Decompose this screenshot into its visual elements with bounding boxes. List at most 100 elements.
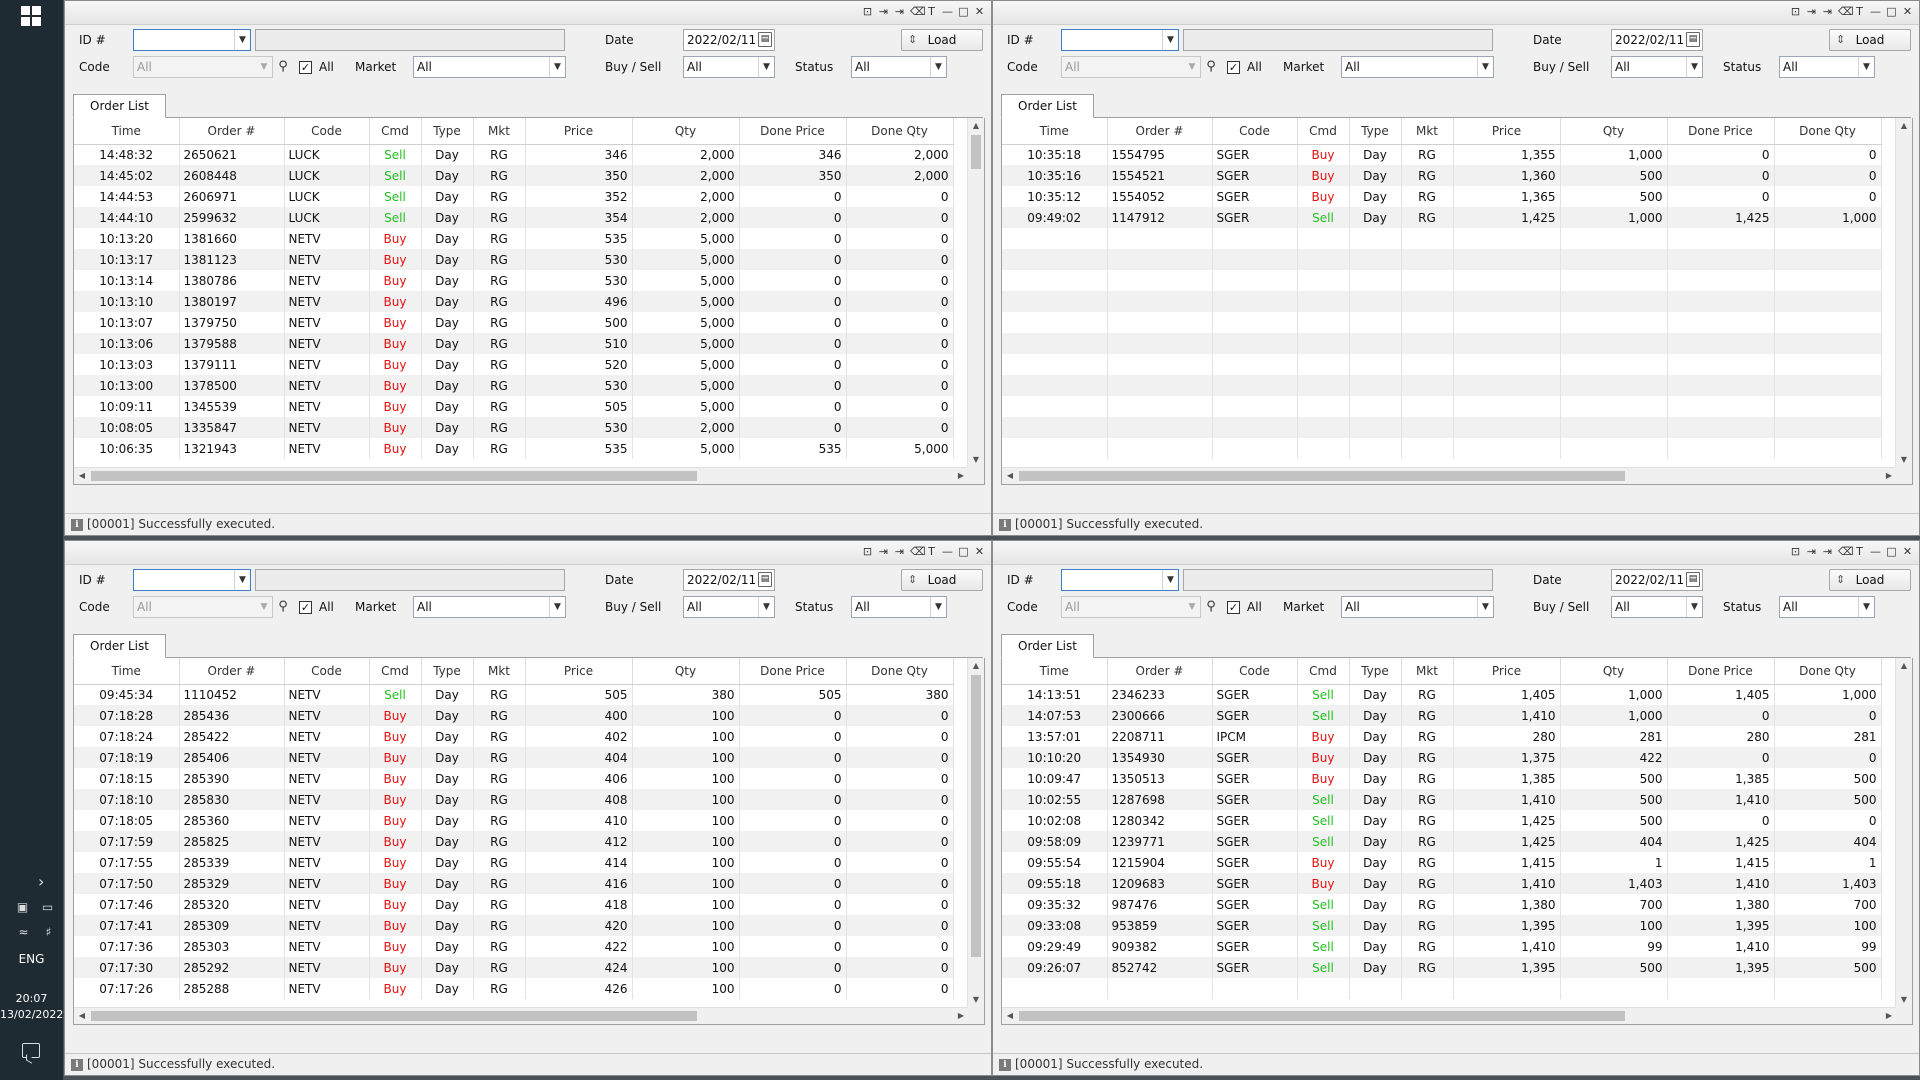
load-button[interactable]: ⇕ Load bbox=[901, 29, 983, 51]
trash-icon[interactable]: ⌫ bbox=[1838, 5, 1854, 19]
column-header-done-qty[interactable]: Done Qty bbox=[846, 118, 954, 145]
horizontal-scrollbar[interactable]: ◀ ▶ bbox=[74, 467, 969, 484]
table-row[interactable]: 14:13:51 2346233 SGER Sell Day RG 1,405 1,000 1,… bbox=[1002, 684, 1882, 705]
market-select[interactable]: All ▼ bbox=[1341, 56, 1494, 78]
table-row[interactable]: 14:48:32 2650621 LUCK Sell Day RG 346 2,000 346 2… bbox=[74, 144, 954, 165]
id-combo[interactable]: ▼ bbox=[133, 569, 251, 591]
column-header-code[interactable]: Code bbox=[284, 118, 370, 145]
table-row[interactable]: 10:35:18 1554795 SGER Buy Day RG 1,355 1,000 0 0 bbox=[1002, 144, 1882, 165]
table-row[interactable]: 07:18:28 285436 NETV Buy Day RG 400 100 0 0 bbox=[74, 705, 954, 726]
calendar-icon[interactable]: ▤ bbox=[1686, 32, 1700, 47]
status-select[interactable]: All ▼ bbox=[851, 56, 947, 78]
speaker-mute-icon[interactable]: ♯ bbox=[46, 925, 52, 939]
column-header-cmd[interactable]: Cmd bbox=[369, 118, 422, 145]
column-header-type[interactable]: Type bbox=[421, 118, 474, 145]
scroll-left-icon[interactable]: ◀ bbox=[1002, 1008, 1018, 1024]
scroll-left-icon[interactable]: ◀ bbox=[74, 468, 90, 484]
table-row[interactable]: 10:13:20 1381660 NETV Buy Day RG 535 5,000 0 0 bbox=[74, 228, 954, 249]
minimize-icon[interactable]: — bbox=[942, 545, 953, 559]
column-header-mkt[interactable]: Mkt bbox=[473, 118, 526, 145]
table-row[interactable]: 10:13:07 1379750 NETV Buy Day RG 500 5,000 0 0 bbox=[74, 312, 954, 333]
column-header-done-price[interactable]: Done Price bbox=[739, 118, 847, 145]
table-row[interactable] bbox=[1002, 438, 1882, 459]
table-row[interactable]: 07:17:26 285288 NETV Buy Day RG 426 100 0 0 bbox=[74, 978, 954, 999]
pin-icon[interactable]: ⇥ bbox=[1822, 5, 1833, 19]
meet-now-icon[interactable]: ▣ bbox=[17, 900, 28, 914]
market-select[interactable]: All ▼ bbox=[413, 56, 566, 78]
column-header-time[interactable]: Time bbox=[1002, 658, 1108, 685]
scroll-left-icon[interactable]: ◀ bbox=[74, 1008, 90, 1024]
tab-order-list[interactable]: Order List bbox=[1001, 634, 1094, 658]
table-row[interactable]: 10:13:17 1381123 NETV Buy Day RG 530 5,000 0 0 bbox=[74, 249, 954, 270]
restore-layout-icon[interactable]: ⊡ bbox=[1790, 545, 1801, 559]
horizontal-scrollbar[interactable]: ◀ ▶ bbox=[74, 1007, 969, 1024]
search-icon[interactable]: ⚲ bbox=[1203, 597, 1219, 617]
notification-icon[interactable] bbox=[22, 1043, 40, 1058]
clock[interactable]: 20:07 13/02/2022 bbox=[0, 991, 63, 1023]
table-row[interactable]: 07:17:59 285825 NETV Buy Day RG 412 100 0 0 bbox=[74, 831, 954, 852]
column-header-order[interactable]: Order # bbox=[179, 658, 285, 685]
chevron-right-icon[interactable]: › bbox=[38, 872, 44, 891]
column-header-mkt[interactable]: Mkt bbox=[1401, 118, 1454, 145]
maximize-icon[interactable]: □ bbox=[1886, 545, 1897, 559]
table-row[interactable]: 09:45:34 1110452 NETV Sell Day RG 505 380 505 380 bbox=[74, 684, 954, 705]
maximize-icon[interactable]: □ bbox=[958, 5, 969, 19]
status-select[interactable]: All ▼ bbox=[1779, 56, 1875, 78]
column-header-done-qty[interactable]: Done Qty bbox=[1774, 118, 1882, 145]
dock-icon[interactable]: ⇥ bbox=[878, 5, 889, 19]
buysell-select[interactable]: All ▼ bbox=[1611, 596, 1703, 618]
column-header-mkt[interactable]: Mkt bbox=[473, 658, 526, 685]
scroll-down-icon[interactable]: ▼ bbox=[1896, 452, 1912, 468]
table-row[interactable]: 14:07:53 2300666 SGER Sell Day RG 1,410 1,000 0 0 bbox=[1002, 705, 1882, 726]
column-header-price[interactable]: Price bbox=[525, 118, 633, 145]
load-button[interactable]: ⇕ Load bbox=[1829, 29, 1911, 51]
code-combo[interactable]: All ▼ bbox=[133, 56, 273, 78]
table-row[interactable]: 09:29:49 909382 SGER Sell Day RG 1,410 99 1,410 9… bbox=[1002, 936, 1882, 957]
table-row[interactable]: 07:18:15 285390 NETV Buy Day RG 406 100 0 0 bbox=[74, 768, 954, 789]
calendar-icon[interactable]: ▤ bbox=[758, 32, 772, 47]
restore-layout-icon[interactable]: ⊡ bbox=[862, 545, 873, 559]
column-header-order[interactable]: Order # bbox=[1107, 118, 1213, 145]
column-header-done-price[interactable]: Done Price bbox=[1667, 118, 1775, 145]
scroll-thumb[interactable] bbox=[91, 1011, 697, 1021]
windows-icon[interactable] bbox=[21, 6, 41, 26]
text-icon[interactable]: T bbox=[926, 545, 937, 559]
text-icon[interactable]: T bbox=[926, 5, 937, 19]
panel-titlebar[interactable]: ⊡ ⇥ ⇥ ⌫ T — □ ✕ bbox=[65, 541, 991, 565]
order-grid[interactable]: Time Order # Code Cmd Type Mkt Price Qty Done Pr… bbox=[73, 658, 985, 1025]
column-header-time[interactable]: Time bbox=[74, 658, 180, 685]
column-header-qty[interactable]: Qty bbox=[632, 658, 740, 685]
table-row[interactable]: 07:17:50 285329 NETV Buy Day RG 416 100 0 0 bbox=[74, 873, 954, 894]
table-row[interactable]: 07:17:55 285339 NETV Buy Day RG 414 100 0 0 bbox=[74, 852, 954, 873]
order-grid[interactable]: Time Order # Code Cmd Type Mkt Price Qty Done Pr… bbox=[1001, 658, 1913, 1025]
search-icon[interactable]: ⚲ bbox=[275, 597, 291, 617]
id-name-field[interactable] bbox=[255, 29, 565, 51]
order-grid[interactable]: Time Order # Code Cmd Type Mkt Price Qty Done Pr… bbox=[73, 118, 985, 485]
table-row[interactable]: 10:09:11 1345539 NETV Buy Day RG 505 5,000 0 0 bbox=[74, 396, 954, 417]
table-row[interactable]: 09:55:18 1209683 SGER Buy Day RG 1,410 1,403 1,4… bbox=[1002, 873, 1882, 894]
table-row[interactable] bbox=[1002, 228, 1882, 249]
table-row[interactable]: 10:09:47 1350513 SGER Buy Day RG 1,385 500 1,385… bbox=[1002, 768, 1882, 789]
table-row[interactable]: 09:49:02 1147912 SGER Sell Day RG 1,425 1,000 1,… bbox=[1002, 207, 1882, 228]
panel-titlebar[interactable]: ⊡ ⇥ ⇥ ⌫ T — □ ✕ bbox=[993, 1, 1919, 25]
code-combo[interactable]: All ▼ bbox=[1061, 596, 1201, 618]
scroll-down-icon[interactable]: ▼ bbox=[968, 992, 984, 1008]
table-row[interactable]: 07:18:10 285830 NETV Buy Day RG 408 100 0 0 bbox=[74, 789, 954, 810]
table-row[interactable]: 10:02:55 1287698 SGER Sell Day RG 1,410 500 1,41… bbox=[1002, 789, 1882, 810]
table-row[interactable]: 07:17:36 285303 NETV Buy Day RG 422 100 0 0 bbox=[74, 936, 954, 957]
table-row[interactable]: 07:17:30 285292 NETV Buy Day RG 424 100 0 0 bbox=[74, 957, 954, 978]
table-row[interactable]: 07:18:05 285360 NETV Buy Day RG 410 100 0 0 bbox=[74, 810, 954, 831]
buysell-select[interactable]: All ▼ bbox=[683, 56, 775, 78]
minimize-icon[interactable]: — bbox=[1870, 5, 1881, 19]
column-header-order[interactable]: Order # bbox=[1107, 658, 1213, 685]
minimize-icon[interactable]: — bbox=[942, 5, 953, 19]
column-header-type[interactable]: Type bbox=[1349, 118, 1402, 145]
dock-icon[interactable]: ⇥ bbox=[878, 545, 889, 559]
all-checkbox[interactable]: ✓ bbox=[1227, 601, 1240, 614]
table-row[interactable]: 14:45:02 2608448 LUCK Sell Day RG 350 2,000 350 2… bbox=[74, 165, 954, 186]
vertical-scrollbar[interactable]: ▲ ▼ bbox=[967, 658, 984, 1008]
text-icon[interactable]: T bbox=[1854, 5, 1865, 19]
column-header-qty[interactable]: Qty bbox=[632, 118, 740, 145]
vertical-scrollbar[interactable]: ▲ ▼ bbox=[1895, 118, 1912, 468]
code-combo[interactable]: All ▼ bbox=[1061, 56, 1201, 78]
